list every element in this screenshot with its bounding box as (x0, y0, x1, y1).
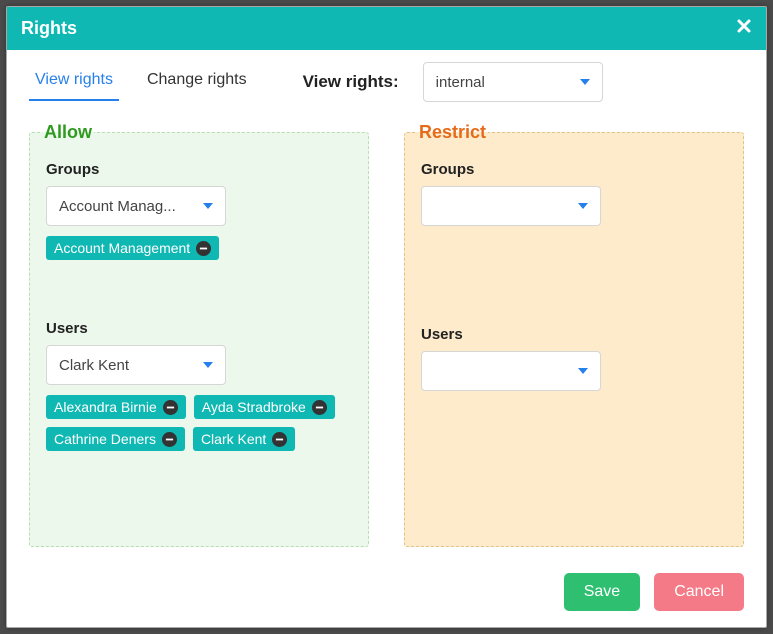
tag-label: Ayda Stradbroke (202, 399, 306, 415)
allow-group-tag: Account Management (46, 236, 219, 260)
chevron-down-icon (203, 362, 213, 368)
allow-users-select[interactable]: Clark Kent (46, 345, 226, 385)
allow-groups-value: Account Manag... (59, 198, 176, 215)
rights-dialog: Rights View rights Change rights View ri… (6, 6, 767, 628)
remove-icon[interactable] (196, 241, 211, 256)
tag-label: Cathrine Deners (54, 431, 156, 447)
view-rights-select[interactable]: internal (423, 62, 603, 102)
restrict-groups-label: Groups (421, 161, 727, 178)
allow-user-tags: Alexandra Birnie Ayda Stradbroke Cathrin… (46, 395, 352, 451)
allow-users-block: Users Clark Kent Alexandra Birnie Ayda S… (46, 320, 352, 451)
topbar: View rights Change rights View rights: i… (29, 62, 744, 102)
tab-view-rights[interactable]: View rights (29, 63, 119, 101)
chevron-down-icon (580, 79, 590, 85)
remove-icon[interactable] (272, 432, 287, 447)
allow-panel: Allow Groups Account Manag... Account Ma… (29, 122, 369, 547)
remove-icon[interactable] (162, 432, 177, 447)
restrict-legend: Restrict (417, 122, 488, 143)
remove-icon[interactable] (163, 400, 178, 415)
allow-user-tag: Cathrine Deners (46, 427, 185, 451)
allow-groups-label: Groups (46, 161, 352, 178)
allow-groups-select[interactable]: Account Manag... (46, 186, 226, 226)
tag-label: Alexandra Birnie (54, 399, 157, 415)
restrict-users-block: Users (421, 326, 727, 391)
dialog-title: Rights (21, 18, 736, 39)
restrict-users-label: Users (421, 326, 727, 343)
allow-users-label: Users (46, 320, 352, 337)
tag-label: Clark Kent (201, 431, 266, 447)
tab-change-rights[interactable]: Change rights (141, 63, 253, 101)
allow-user-tag: Alexandra Birnie (46, 395, 186, 419)
allow-group-tags: Account Management (46, 236, 352, 260)
remove-icon[interactable] (312, 400, 327, 415)
allow-users-value: Clark Kent (59, 357, 129, 374)
restrict-groups-select[interactable] (421, 186, 601, 226)
columns: Allow Groups Account Manag... Account Ma… (29, 122, 744, 547)
close-icon[interactable] (736, 17, 752, 40)
tag-label: Account Management (54, 240, 190, 256)
chevron-down-icon (203, 203, 213, 209)
allow-user-tag: Clark Kent (193, 427, 295, 451)
view-rights-value: internal (436, 74, 485, 91)
restrict-panel: Restrict Groups Users (404, 122, 744, 547)
view-rights-label: View rights: (303, 72, 399, 92)
titlebar: Rights (7, 7, 766, 50)
cancel-button[interactable]: Cancel (654, 573, 744, 611)
tabs: View rights Change rights (29, 63, 253, 101)
save-button[interactable]: Save (564, 573, 640, 611)
restrict-users-select[interactable] (421, 351, 601, 391)
chevron-down-icon (578, 203, 588, 209)
chevron-down-icon (578, 368, 588, 374)
footer: Save Cancel (7, 557, 766, 627)
dialog-body: View rights Change rights View rights: i… (7, 50, 766, 557)
allow-user-tag: Ayda Stradbroke (194, 395, 335, 419)
allow-legend: Allow (42, 122, 94, 143)
